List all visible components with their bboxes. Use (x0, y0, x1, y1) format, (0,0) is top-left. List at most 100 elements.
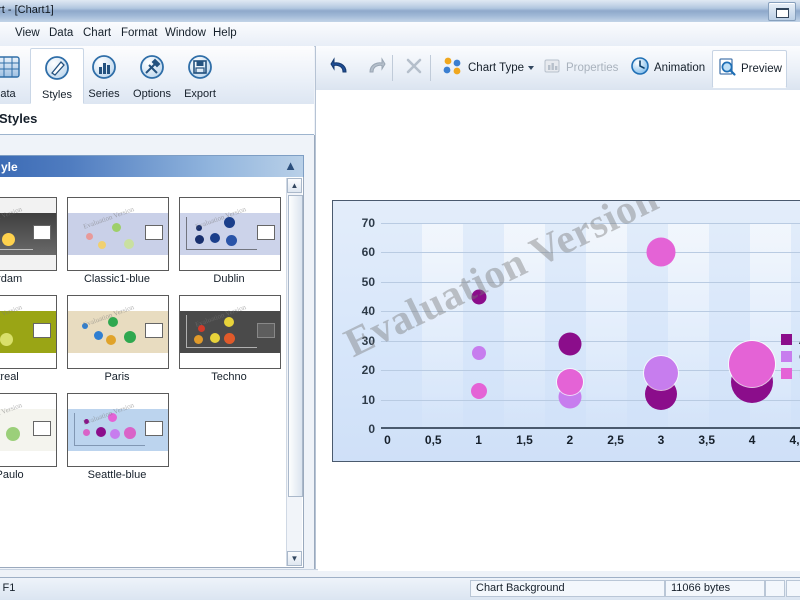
bubble-oranges-x1[interactable] (471, 345, 486, 360)
chart-type-button[interactable]: Chart Type (438, 50, 538, 86)
thumbnail-point (195, 235, 204, 244)
legend-swatch-bananas (781, 368, 792, 379)
menu-item-data[interactable]: Data (44, 26, 78, 40)
thumbnail-point (210, 333, 220, 343)
x-axis-tick: 4,5 (789, 433, 800, 447)
title-bar-sheen (0, 0, 800, 10)
thumbnail-point (124, 239, 134, 249)
style-thumbnail-paris[interactable]: Evaluation Version (67, 295, 169, 369)
gridline (381, 311, 800, 313)
bubble-bananas-x4[interactable] (729, 341, 776, 388)
thumbnail-legend (145, 323, 163, 338)
legend-item-bananas[interactable]: Ban (781, 365, 800, 382)
chart-canvas[interactable]: 70 60 50 40 30 20 10 0 0 0,5 1 1,5 2 2,5… (315, 90, 800, 571)
toolbar-button-export-label: Export (184, 88, 216, 100)
style-thumbnail-amsterdam[interactable]: Evaluation Version (0, 197, 57, 271)
bubble-chart[interactable]: 70 60 50 40 30 20 10 0 0 0,5 1 1,5 2 2,5… (332, 200, 800, 462)
toolbar-button-options[interactable]: Options (126, 48, 178, 102)
style-label-classic1-blue: Classic1-blue (83, 273, 151, 285)
legend-item-apples[interactable]: App (781, 331, 800, 348)
thumbnail-plot (68, 409, 168, 451)
menu-item-format[interactable]: Format (116, 26, 162, 40)
style-thumbnail-sao-paulo[interactable]: Evaluation Version (0, 393, 57, 467)
y-axis-tick: 40 (361, 304, 375, 319)
y-axis-tick: 20 (361, 363, 375, 378)
chevron-down-icon[interactable] (528, 66, 535, 70)
thumbnail-point (94, 331, 103, 340)
menu-item-window[interactable]: Window (160, 26, 211, 40)
status-bar: s F1 Chart Background 11066 bytes (0, 577, 800, 600)
menu-item-view[interactable]: View (10, 26, 45, 40)
style-label-seattle-blue: Seattle-blue (87, 469, 147, 481)
triangle-up-icon[interactable]: ▲ (287, 178, 302, 193)
toolbar-button-styles[interactable]: Styles (30, 48, 84, 104)
menu-item-help[interactable]: Help (208, 26, 242, 40)
status-extra-cell-2 (786, 580, 800, 597)
y-axis-tick: 0 (368, 422, 375, 436)
toolbar-button-series[interactable]: Series (78, 48, 130, 102)
y-axis-tick: 60 (361, 245, 375, 260)
redo-button[interactable] (360, 50, 390, 86)
toolbar-button-data[interactable]: ata (0, 48, 34, 102)
gridline (381, 340, 800, 342)
preview-button[interactable]: Preview (712, 50, 787, 88)
x-axis-tick: 1,5 (516, 433, 533, 447)
scrollbar-thumb[interactable] (288, 195, 303, 497)
undo-button[interactable] (326, 50, 356, 86)
panel-title-bar: rt Styles (0, 104, 314, 135)
animation-button[interactable]: Animation (626, 50, 709, 86)
toolbar-separator (392, 55, 393, 81)
save-circle-icon (174, 52, 226, 87)
bubble-bananas-x2[interactable] (556, 368, 583, 395)
legend-item-oranges[interactable]: Ora (781, 348, 800, 365)
thumbnail-point (124, 331, 136, 343)
style-group-header-label: yle (1, 160, 18, 174)
delete-button[interactable] (400, 50, 428, 86)
plot-band (586, 223, 628, 429)
thumbnail-legend (33, 323, 51, 338)
thumbnail-plot (0, 213, 56, 255)
gridline (381, 399, 800, 401)
preview-label: Preview (741, 63, 782, 75)
left-toolbar: ata Styles Series Options Export (0, 46, 314, 105)
thumbnail-point (2, 233, 15, 246)
bubble-apples-x1[interactable] (471, 289, 487, 305)
chevron-up-double-icon[interactable]: ▲ (284, 158, 297, 173)
gridline (381, 281, 800, 283)
styles-scrollbar[interactable]: ▲ ▼ (286, 178, 303, 566)
x-axis-tick: 3 (657, 433, 665, 447)
bubble-bananas-x3[interactable] (646, 237, 676, 267)
close-x-icon (404, 56, 424, 81)
properties-button[interactable]: Properties (538, 50, 622, 86)
thumbnail-point (194, 335, 203, 344)
thumbnail-legend (33, 421, 51, 436)
toolbar-separator (430, 55, 431, 81)
toolbar-button-styles-label: Styles (42, 89, 72, 101)
style-label-amsterdam: terdam (0, 273, 23, 285)
style-thumbnail-techno[interactable]: Evaluation Version (179, 295, 281, 369)
style-thumbnail-dublin[interactable]: Evaluation Version (179, 197, 281, 271)
bubble-bananas-x1[interactable] (470, 382, 487, 399)
restore-window-button[interactable] (768, 2, 796, 21)
thumbnail-point (124, 427, 136, 439)
triangle-down-icon[interactable]: ▼ (287, 551, 302, 566)
toolbar-button-export[interactable]: Export (174, 48, 226, 102)
style-thumbnail-montreal[interactable]: Evaluation Version (0, 295, 57, 369)
bubble-apples-x2[interactable] (558, 332, 582, 356)
thumbnail-point (83, 429, 90, 436)
thumbnail-plot (68, 311, 168, 353)
style-thumbnail-list[interactable]: Evaluation Version terdam Evaluation Ver… (0, 177, 304, 568)
plot-band (504, 223, 546, 429)
thumbnail-point (0, 333, 13, 346)
style-thumbnail-seattle-blue[interactable]: Evaluation Version (67, 393, 169, 467)
thumbnail-point (86, 233, 93, 240)
style-thumbnail-classic1-blue[interactable]: Evaluation Version (67, 197, 169, 271)
properties-icon (542, 56, 562, 81)
thumbnail-plot (0, 409, 56, 451)
bubble-oranges-x3[interactable] (643, 356, 678, 391)
menu-item-chart[interactable]: Chart (78, 26, 116, 40)
x-axis-tick: 2,5 (607, 433, 624, 447)
thumbnail-legend (145, 225, 163, 240)
y-axis-tick: 10 (361, 392, 375, 407)
style-group-header[interactable]: yle ▲ (0, 155, 304, 179)
